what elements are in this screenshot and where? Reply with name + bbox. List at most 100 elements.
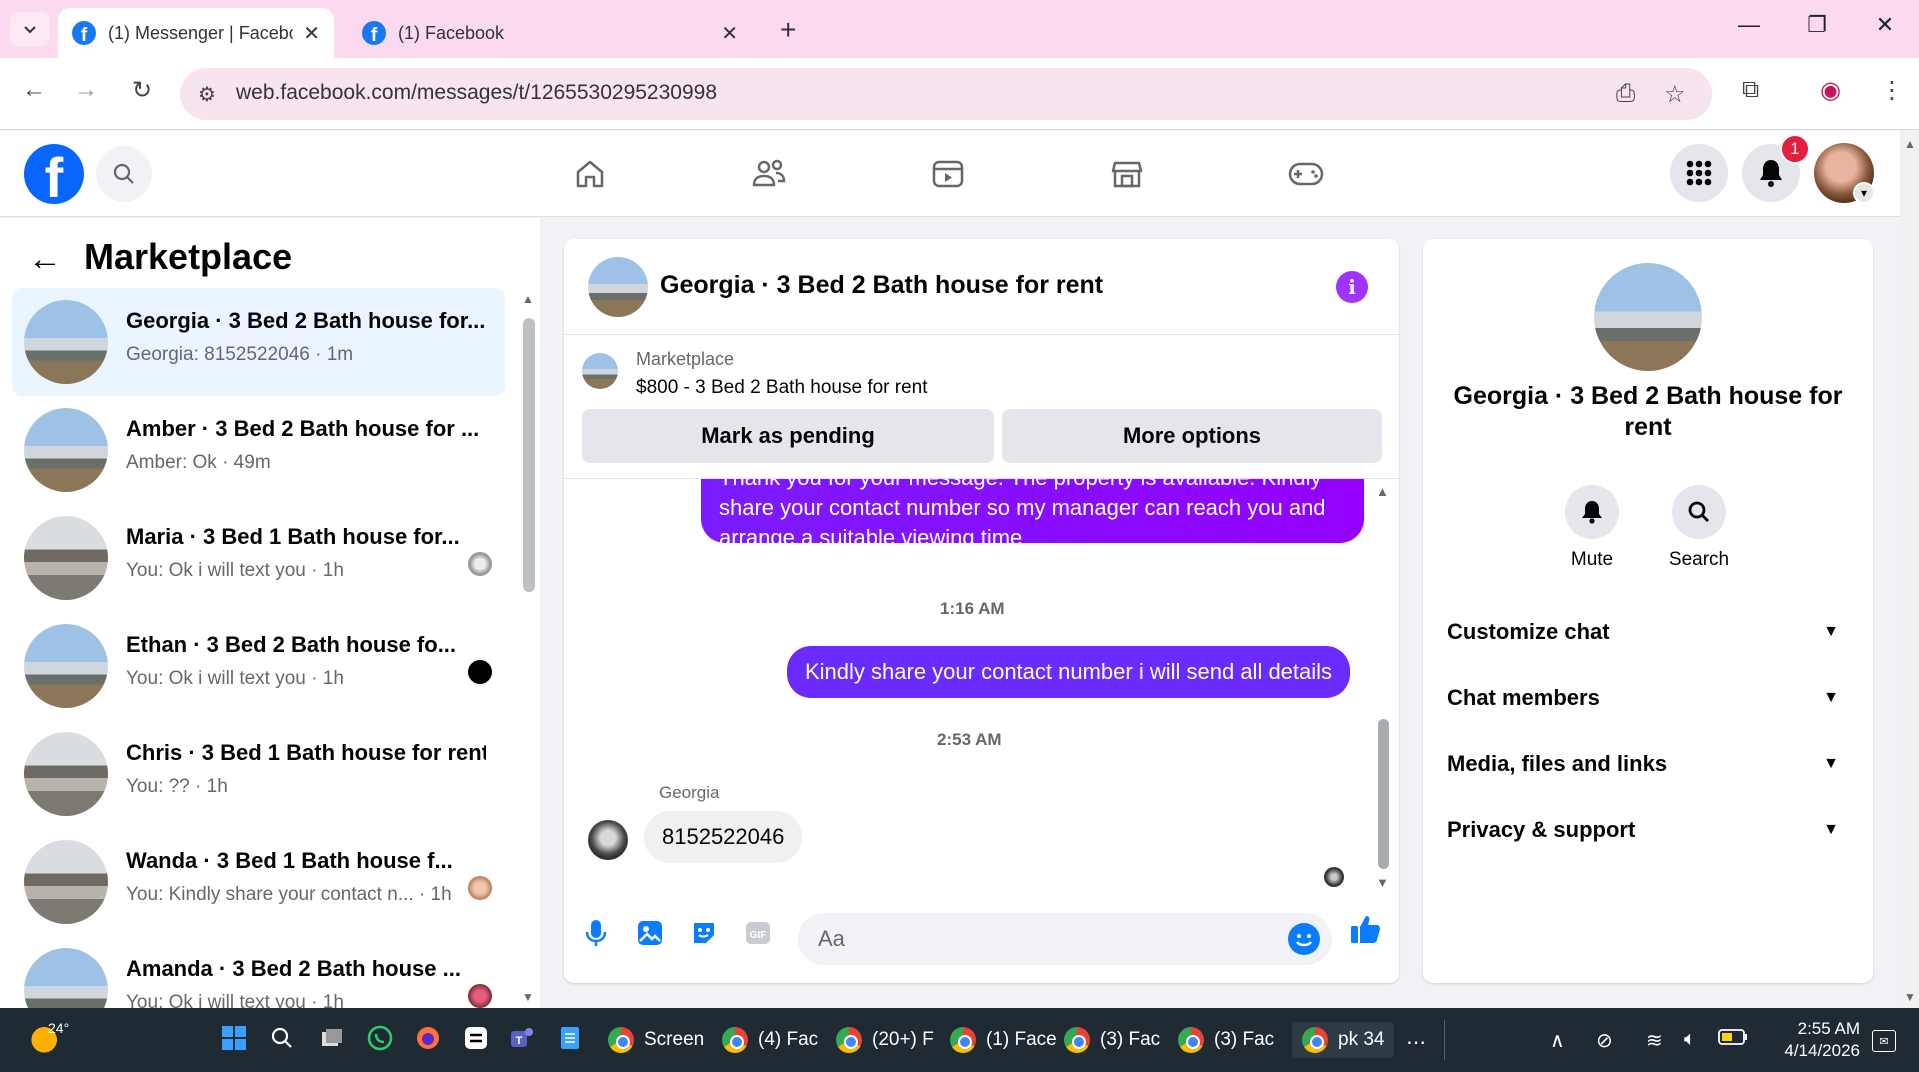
new-tab-button[interactable]: +	[780, 14, 796, 46]
tab-messenger[interactable]: f (1) Messenger | Facebook ✕	[58, 8, 334, 58]
chevron-down-icon: ▼	[1823, 623, 1839, 640]
chat-title[interactable]: Georgia · 3 Bed 2 Bath house for rent	[660, 271, 1103, 300]
teams-taskbar-icon[interactable]: T	[508, 1024, 536, 1052]
firefox-taskbar-icon[interactable]	[414, 1024, 442, 1052]
taskbar-app[interactable]: (1) Face	[950, 1022, 1057, 1058]
conversation-item[interactable]: Maria · 3 Bed 1 Bath house for... You: O…	[12, 504, 505, 612]
section-chat-members[interactable]: Chat members ▼	[1447, 676, 1849, 720]
close-icon[interactable]: ✕	[721, 21, 738, 46]
taskbar-app[interactable]: (4) Fac	[722, 1022, 818, 1058]
battery-icon[interactable]	[1718, 1028, 1748, 1052]
chat-scrollbar[interactable]	[1378, 719, 1389, 869]
scroll-up-arrow[interactable]: ▲	[1904, 137, 1916, 151]
capcut-taskbar-icon[interactable]	[462, 1024, 490, 1052]
scroll-up-arrow[interactable]: ▲	[522, 292, 534, 306]
install-app-icon[interactable]: ⎙	[1616, 80, 1635, 108]
whatsapp-taskbar-icon[interactable]	[366, 1024, 394, 1052]
marketplace-listing-card: Marketplace $800 - 3 Bed 2 Bath house fo…	[564, 335, 1399, 479]
volume-icon[interactable]: 🔈︎	[1684, 1028, 1696, 1051]
chat-avatar[interactable]	[588, 257, 648, 317]
incoming-message[interactable]: 8152522046	[644, 811, 803, 863]
close-window-button[interactable]: ✕	[1870, 12, 1900, 38]
menu-button[interactable]	[1670, 144, 1728, 202]
sender-avatar[interactable]	[588, 820, 628, 860]
profile-icon[interactable]: ◉	[1820, 76, 1841, 105]
section-customize-chat[interactable]: Customize chat ▼	[1447, 610, 1849, 654]
mark-as-pending-button[interactable]: Mark as pending	[582, 409, 994, 463]
info-icon[interactable]: i	[1336, 271, 1368, 303]
reload-button[interactable]: ↻	[124, 76, 160, 105]
wifi-icon[interactable]: ≋	[1646, 1028, 1663, 1053]
page-scrollbar[interactable]: ▲ ▼	[1900, 131, 1919, 1008]
message-input[interactable]	[818, 926, 1258, 952]
section-privacy-support[interactable]: Privacy & support ▼	[1447, 808, 1849, 852]
like-button[interactable]	[1348, 911, 1384, 947]
minimize-button[interactable]: —	[1734, 12, 1764, 38]
address-bar[interactable]: ⚙ web.facebook.com/messages/t/1265530295…	[180, 68, 1712, 120]
nav-friends[interactable]	[744, 151, 794, 197]
message-composer[interactable]	[798, 913, 1332, 965]
tab-list-button[interactable]	[10, 12, 50, 46]
forward-button[interactable]: →	[68, 76, 104, 104]
show-hidden-icons[interactable]: ∧	[1550, 1028, 1565, 1053]
taskbar-search-button[interactable]	[268, 1024, 296, 1052]
conversation-list-scrollbar[interactable]	[523, 318, 535, 592]
notepad-taskbar-icon[interactable]	[556, 1024, 584, 1052]
nav-video[interactable]	[923, 151, 973, 197]
scroll-down-arrow[interactable]: ▼	[522, 990, 534, 1004]
menu-icon[interactable]: ⋮	[1880, 76, 1904, 105]
mute-button[interactable]: Mute	[1552, 485, 1632, 571]
back-arrow-icon[interactable]: ←	[28, 240, 62, 279]
notification-center-icon[interactable]: ✉	[1872, 1030, 1896, 1052]
more-apps-icon[interactable]: ⋯	[1406, 1030, 1426, 1055]
facebook-logo[interactable]: f	[24, 144, 84, 204]
chat-avatar[interactable]	[1594, 263, 1702, 371]
scroll-down-arrow[interactable]: ▼	[1376, 875, 1389, 890]
bookmark-star-icon[interactable]: ☆	[1664, 80, 1686, 109]
conversation-item[interactable]: Chris · 3 Bed 1 Bath house for rent You:…	[12, 720, 505, 828]
taskbar-app-label: (3) Fac	[1100, 1029, 1161, 1050]
gaming-icon	[1288, 162, 1324, 186]
nav-marketplace[interactable]	[1102, 151, 1152, 197]
listing-thumbnail[interactable]	[582, 353, 618, 389]
taskbar-app[interactable]: (3) Fac	[1178, 1022, 1274, 1058]
start-button[interactable]	[220, 1024, 248, 1052]
conversation-item[interactable]: Amanda · 3 Bed 2 Bath house ... You: Ok …	[12, 936, 505, 1008]
search-button[interactable]	[96, 146, 152, 202]
search-in-conversation-button[interactable]: Search	[1659, 485, 1739, 571]
section-label: Privacy & support	[1447, 817, 1636, 842]
more-options-button[interactable]: More options	[1002, 409, 1382, 463]
conversation-item[interactable]: Ethan · 3 Bed 2 Bath house fo... You: Ok…	[12, 612, 505, 720]
attach-photo-button[interactable]	[632, 915, 668, 951]
extensions-icon[interactable]: ⧉	[1742, 76, 1759, 104]
emoji-icon[interactable]	[1288, 923, 1320, 955]
conversation-item[interactable]: Amber · 3 Bed 2 Bath house for ... Amber…	[12, 396, 505, 504]
chevron-down-icon[interactable]: ▾	[1853, 182, 1875, 204]
clock-time: 2:55 AM	[1797, 1019, 1860, 1038]
tab-facebook[interactable]: f (1) Facebook ✕	[348, 8, 752, 58]
taskbar-app[interactable]: pk 34	[1292, 1022, 1395, 1058]
conversation-item[interactable]: Georgia · 3 Bed 2 Bath house for... Geor…	[12, 288, 505, 396]
close-icon[interactable]: ✕	[303, 21, 320, 46]
outgoing-message[interactable]: Kindly share your contact number i will …	[787, 646, 1351, 698]
clock[interactable]: 2:55 AM 4/14/2026	[1760, 1018, 1860, 1062]
sticker-button[interactable]	[686, 915, 722, 951]
scroll-down-arrow[interactable]: ▼	[1904, 990, 1916, 1004]
back-button[interactable]: ←	[16, 76, 52, 104]
site-info-icon[interactable]: ⚙	[198, 82, 216, 107]
nav-gaming[interactable]	[1281, 151, 1331, 197]
voice-clip-button[interactable]	[578, 915, 614, 951]
conversation-item[interactable]: Wanda · 3 Bed 1 Bath house f... You: Kin…	[12, 828, 505, 936]
url-text[interactable]: web.facebook.com/messages/t/126553029523…	[236, 81, 717, 105]
taskbar-app[interactable]: (3) Fac	[1064, 1022, 1160, 1058]
gif-button[interactable]: GIF	[740, 915, 776, 951]
taskbar-app[interactable]: (20+) F	[836, 1022, 934, 1058]
task-view-button[interactable]	[318, 1024, 346, 1052]
restore-button[interactable]: ❐	[1802, 12, 1832, 38]
section-media-files-links[interactable]: Media, files and links ▼	[1447, 742, 1849, 786]
taskbar-app[interactable]: Screen	[608, 1022, 704, 1058]
sync-off-icon[interactable]: ⊘	[1596, 1028, 1613, 1053]
nav-home[interactable]	[565, 151, 615, 197]
scroll-up-arrow[interactable]: ▲	[1376, 484, 1389, 499]
listing-title[interactable]: $800 - 3 Bed 2 Bath house for rent	[636, 377, 928, 399]
